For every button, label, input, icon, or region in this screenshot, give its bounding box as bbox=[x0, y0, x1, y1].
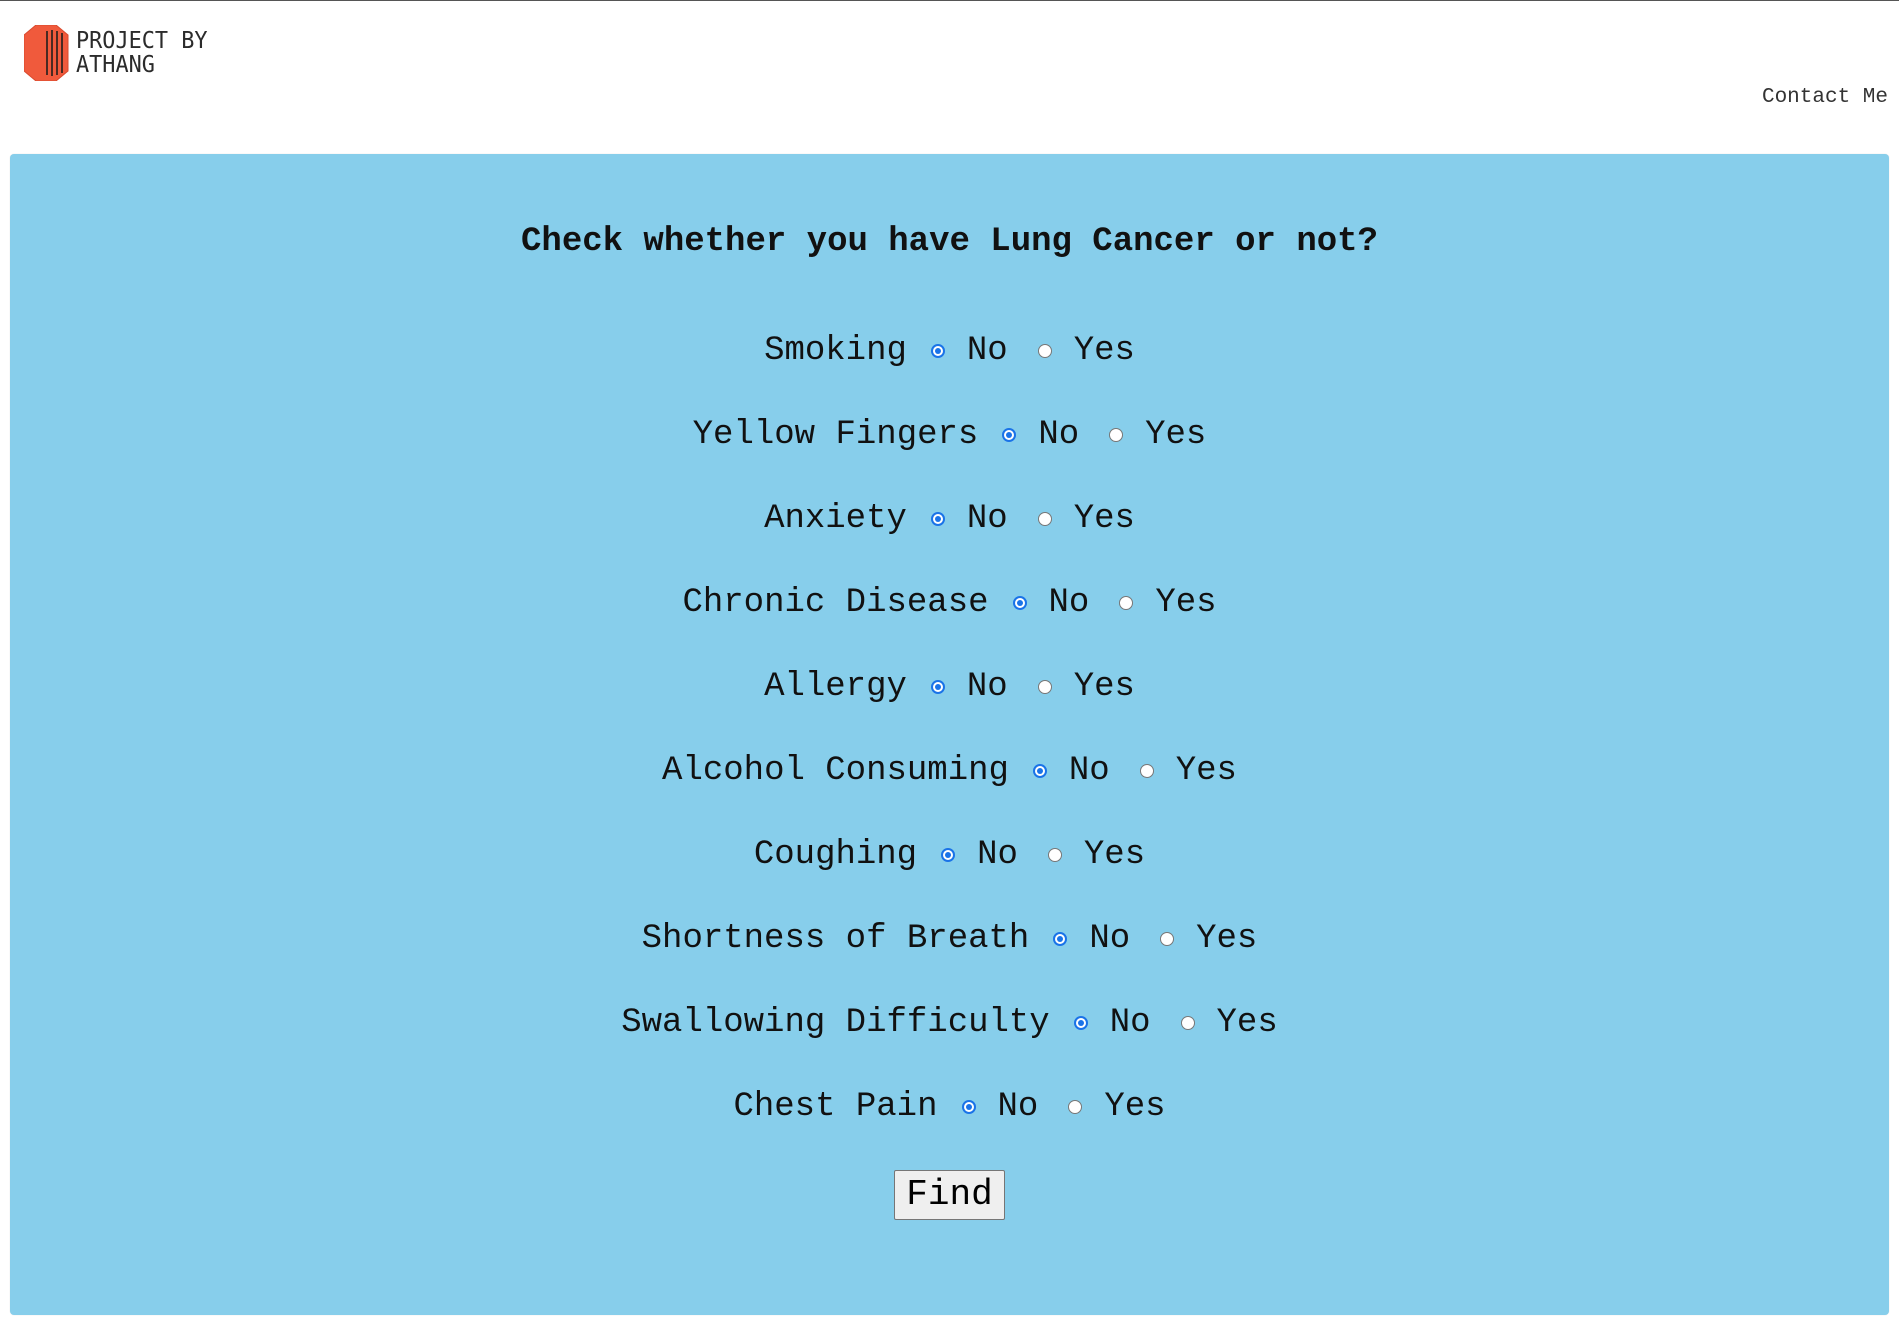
option-no-label: No bbox=[1109, 1004, 1151, 1042]
option-yes-label: Yes bbox=[1175, 752, 1237, 790]
option-no-label: No bbox=[977, 836, 1018, 874]
question-label: Shortness of Breath bbox=[641, 920, 1030, 958]
radio-yes[interactable] bbox=[1139, 764, 1154, 778]
option-yes-label: Yes bbox=[1083, 836, 1146, 874]
question-label: Swallowing Difficulty bbox=[621, 1004, 1050, 1042]
question-row: Smoking No Yes bbox=[0, 328, 1899, 412]
find-button[interactable]: Find bbox=[894, 1170, 1005, 1220]
option-no-label: No bbox=[1068, 752, 1110, 790]
logo-line-2: ATHANG bbox=[76, 52, 155, 78]
radio-no[interactable] bbox=[1032, 764, 1047, 778]
radio-yes[interactable] bbox=[1037, 680, 1052, 694]
question-label: Alcohol Consuming bbox=[662, 752, 1009, 790]
option-no-label: No bbox=[1089, 920, 1131, 958]
option-no-label: No bbox=[1038, 416, 1080, 454]
question-label: Chest Pain bbox=[733, 1088, 938, 1126]
option-yes-label: Yes bbox=[1155, 584, 1217, 622]
question-label: Coughing bbox=[753, 836, 918, 874]
question-row: Swallowing Difficulty No Yes bbox=[0, 1000, 1899, 1084]
logo-hexagon-icon bbox=[24, 25, 69, 81]
question-label: Smoking bbox=[764, 332, 907, 370]
radio-no[interactable] bbox=[930, 680, 945, 694]
question-row: Chronic Disease No Yes bbox=[0, 580, 1899, 664]
question-label: Chronic Disease bbox=[682, 584, 989, 622]
option-yes-label: Yes bbox=[1104, 1088, 1166, 1126]
top-border bbox=[0, 0, 1899, 1]
radio-yes[interactable] bbox=[1037, 512, 1052, 526]
question-row: Yellow Fingers No Yes bbox=[0, 412, 1899, 496]
contact-me-link[interactable]: Contact Me bbox=[1762, 86, 1888, 109]
project-logo[interactable]: PROJECT BY ATHANG bbox=[24, 25, 214, 81]
option-no-label: No bbox=[997, 1088, 1039, 1126]
question-label: Yellow Fingers bbox=[692, 416, 979, 454]
logo-line-1: PROJECT BY bbox=[76, 28, 208, 54]
radio-no[interactable] bbox=[1002, 428, 1017, 442]
question-list: Smoking No Yes Yellow Fingers No Yes Anxiety No… bbox=[0, 328, 1899, 1168]
option-no-label: No bbox=[966, 332, 1008, 370]
question-row: Alcohol Consuming No Yes bbox=[0, 748, 1899, 832]
option-yes-label: Yes bbox=[1073, 668, 1135, 706]
option-yes-label: Yes bbox=[1145, 416, 1207, 454]
form-title: Check whether you have Lung Cancer or no… bbox=[521, 223, 1378, 261]
radio-yes[interactable] bbox=[1109, 428, 1124, 442]
option-yes-label: Yes bbox=[1196, 920, 1258, 958]
radio-yes[interactable] bbox=[1047, 848, 1062, 862]
radio-yes[interactable] bbox=[1068, 1100, 1083, 1114]
radio-no[interactable] bbox=[1073, 1016, 1088, 1030]
question-row: Chest Pain No Yes bbox=[0, 1084, 1899, 1168]
question-label: Anxiety bbox=[764, 500, 907, 538]
radio-no[interactable] bbox=[1053, 932, 1068, 946]
option-yes-label: Yes bbox=[1073, 332, 1135, 370]
radio-no[interactable] bbox=[961, 1100, 976, 1114]
question-label: Allergy bbox=[764, 668, 907, 706]
radio-yes[interactable] bbox=[1180, 1016, 1195, 1030]
question-row: Shortness of Breath No Yes bbox=[0, 916, 1899, 1000]
question-row: Anxiety No Yes bbox=[0, 496, 1899, 580]
option-yes-label: Yes bbox=[1073, 500, 1135, 538]
radio-no[interactable] bbox=[930, 344, 945, 358]
radio-no[interactable] bbox=[1012, 596, 1027, 610]
option-no-label: No bbox=[1048, 584, 1090, 622]
radio-no[interactable] bbox=[930, 512, 945, 526]
option-yes-label: Yes bbox=[1216, 1004, 1278, 1042]
radio-no[interactable] bbox=[941, 848, 956, 862]
logo-text: PROJECT BY ATHANG bbox=[76, 29, 208, 77]
radio-yes[interactable] bbox=[1160, 932, 1175, 946]
question-row: Allergy No Yes bbox=[0, 664, 1899, 748]
option-no-label: No bbox=[966, 500, 1008, 538]
radio-yes[interactable] bbox=[1119, 596, 1134, 610]
question-row: Coughing No Yes bbox=[0, 832, 1899, 916]
option-no-label: No bbox=[966, 668, 1008, 706]
radio-yes[interactable] bbox=[1037, 344, 1052, 358]
